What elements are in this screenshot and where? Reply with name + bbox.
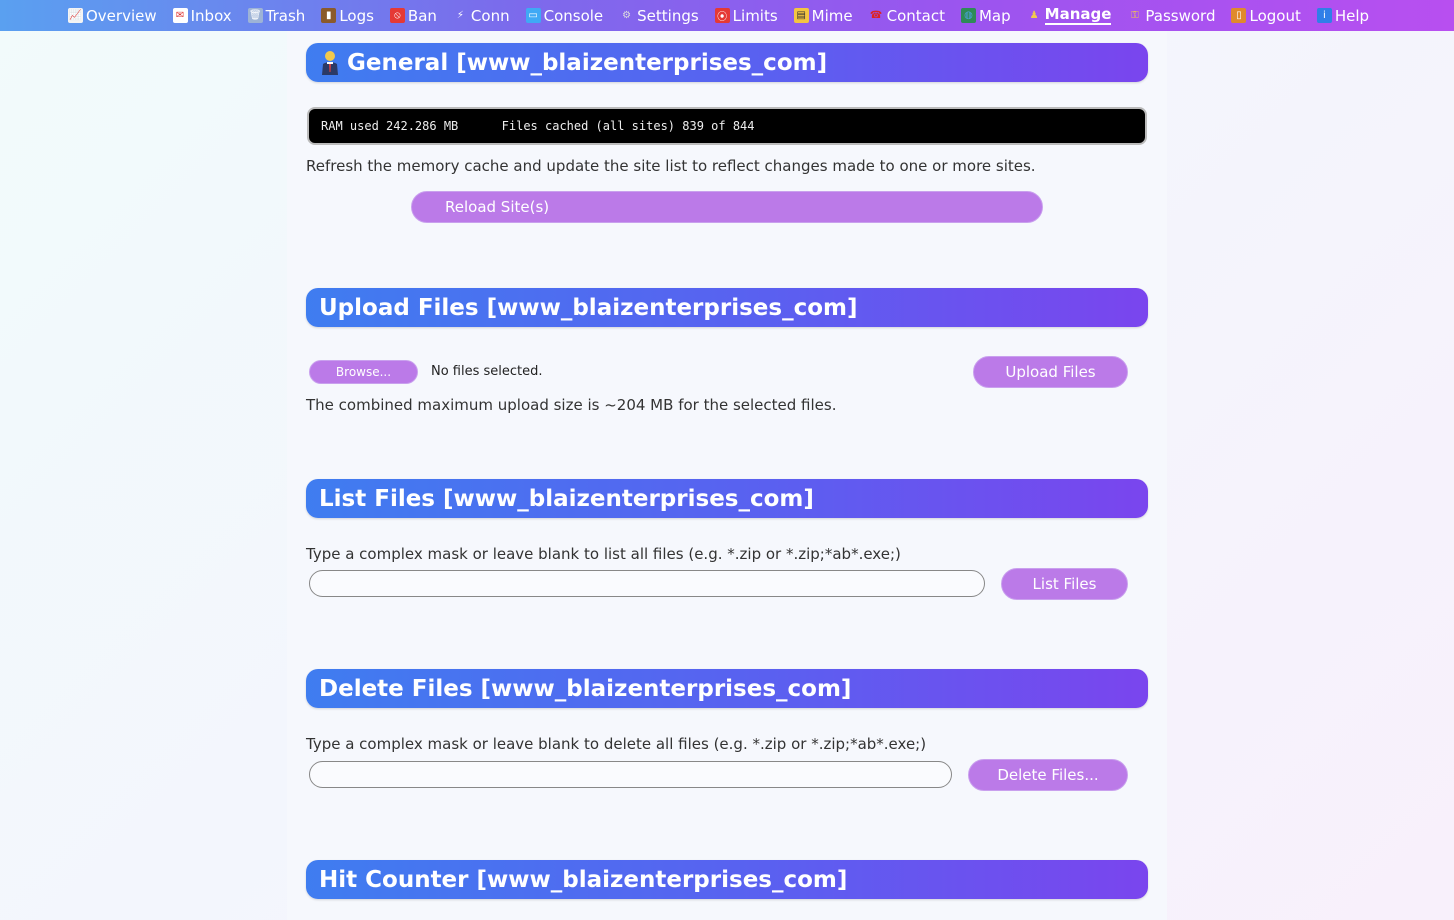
upload-files-button[interactable]: Upload Files	[973, 356, 1128, 388]
nav-label: Logout	[1249, 6, 1301, 25]
ram-used-text: RAM used 242.286 MB	[321, 119, 459, 133]
nav-label: Trash	[265, 6, 306, 25]
nav-item-contact[interactable]: ☎ Contact	[869, 0, 945, 31]
files-cached-text: Files cached (all sites) 839 of 844	[501, 119, 755, 133]
top-nav: 📈 Overview ✉ Inbox 🗑 Trash ▮ Logs ⦸ Ban ⚡ Conn ▭ Cons…	[0, 0, 1454, 31]
nav-label: Manage	[1044, 5, 1112, 25]
nav-label: Ban	[407, 6, 437, 25]
nav-label: Settings	[637, 6, 699, 25]
general-description: Refresh the memory cache and update the …	[306, 157, 1036, 175]
nav-item-logs[interactable]: ▮ Logs	[321, 0, 374, 31]
nav-label: Help	[1334, 6, 1370, 25]
nav-item-inbox[interactable]: ✉ Inbox	[172, 0, 232, 31]
nav-label: Limits	[732, 6, 778, 25]
person-icon	[322, 50, 338, 75]
delete-section-header: Delete Files [www_blaizenterprises_com]	[306, 669, 1148, 708]
nav-label: Logs	[339, 6, 374, 25]
nav-item-map[interactable]: ◍ Map	[960, 0, 1011, 31]
nav-item-limits[interactable]: ⦿ Limits	[714, 0, 778, 31]
nav-label: Inbox	[190, 6, 232, 25]
delete-mask-input[interactable]	[309, 761, 952, 788]
envelope-icon: ✉	[172, 8, 188, 23]
upload-description: The combined maximum upload size is ~204…	[306, 396, 837, 414]
door-icon: ▯	[1231, 8, 1247, 23]
gear-icon: ⚙	[622, 10, 632, 21]
nav-item-ban[interactable]: ⦸ Ban	[389, 0, 437, 31]
ban-icon: ⦸	[389, 8, 405, 23]
globe-icon: ◍	[960, 8, 976, 23]
nav-item-logout[interactable]: ▯ Logout	[1231, 0, 1301, 31]
mime-icon: ▤	[793, 8, 809, 23]
list-section-header: List Files [www_blaizenterprises_com]	[306, 479, 1148, 518]
info-icon: i	[1316, 8, 1332, 23]
general-section-header: General [www_blaizenterprises_com]	[306, 43, 1148, 82]
limit-icon: ⦿	[714, 8, 730, 23]
memory-status-box: RAM used 242.286 MB Files cached (all si…	[307, 107, 1147, 145]
upload-section-header: Upload Files [www_blaizenterprises_com]	[306, 288, 1148, 327]
nav-item-mime[interactable]: ▤ Mime	[793, 0, 853, 31]
list-mask-input[interactable]	[309, 570, 985, 597]
person-icon: ♟	[1029, 10, 1039, 21]
general-title: General [www_blaizenterprises_com]	[347, 49, 828, 76]
trash-icon: 🗑	[247, 8, 263, 23]
nav-item-manage[interactable]: ♟ Manage	[1027, 0, 1112, 31]
delete-title: Delete Files [www_blaizenterprises_com]	[319, 675, 852, 702]
nav-item-help[interactable]: i Help	[1316, 0, 1370, 31]
nav-label: Mime	[811, 6, 853, 25]
nav-label: Contact	[886, 6, 945, 25]
list-description: Type a complex mask or leave blank to li…	[306, 545, 901, 563]
phone-icon: ☎	[869, 10, 883, 21]
monitor-icon: ▭	[525, 8, 541, 23]
key-icon: ⚿	[1131, 10, 1139, 21]
upload-title: Upload Files [www_blaizenterprises_com]	[319, 294, 858, 321]
main-panel: General [www_blaizenterprises_com] RAM u…	[287, 31, 1167, 920]
nav-label: Console	[543, 6, 604, 25]
chart-icon: 📈	[68, 8, 83, 23]
nav-label: Map	[978, 6, 1011, 25]
nav-item-console[interactable]: ▭ Console	[525, 0, 604, 31]
log-icon: ▮	[321, 8, 337, 23]
plug-icon: ⚡	[456, 10, 464, 21]
nav-item-password[interactable]: ⚿ Password	[1127, 0, 1215, 31]
delete-files-button[interactable]: Delete Files...	[968, 759, 1128, 791]
nav-label: Conn	[470, 6, 510, 25]
nav-label: Overview	[86, 6, 157, 25]
nav-item-overview[interactable]: 📈 Overview	[68, 0, 157, 31]
hit-counter-section-header: Hit Counter [www_blaizenterprises_com]	[306, 860, 1148, 899]
no-files-selected-text: No files selected.	[431, 364, 543, 379]
nav-item-settings[interactable]: ⚙ Settings	[619, 0, 699, 31]
nav-label: Password	[1145, 6, 1216, 25]
list-title: List Files [www_blaizenterprises_com]	[319, 485, 814, 512]
delete-description: Type a complex mask or leave blank to de…	[306, 735, 927, 753]
hit-counter-title: Hit Counter [www_blaizenterprises_com]	[319, 866, 848, 893]
browse-button[interactable]: Browse...	[309, 360, 418, 384]
nav-item-conn[interactable]: ⚡ Conn	[453, 0, 510, 31]
reload-sites-button[interactable]: Reload Site(s)	[411, 191, 1043, 223]
nav-item-trash[interactable]: 🗑 Trash	[247, 0, 306, 31]
list-files-button[interactable]: List Files	[1001, 568, 1128, 600]
